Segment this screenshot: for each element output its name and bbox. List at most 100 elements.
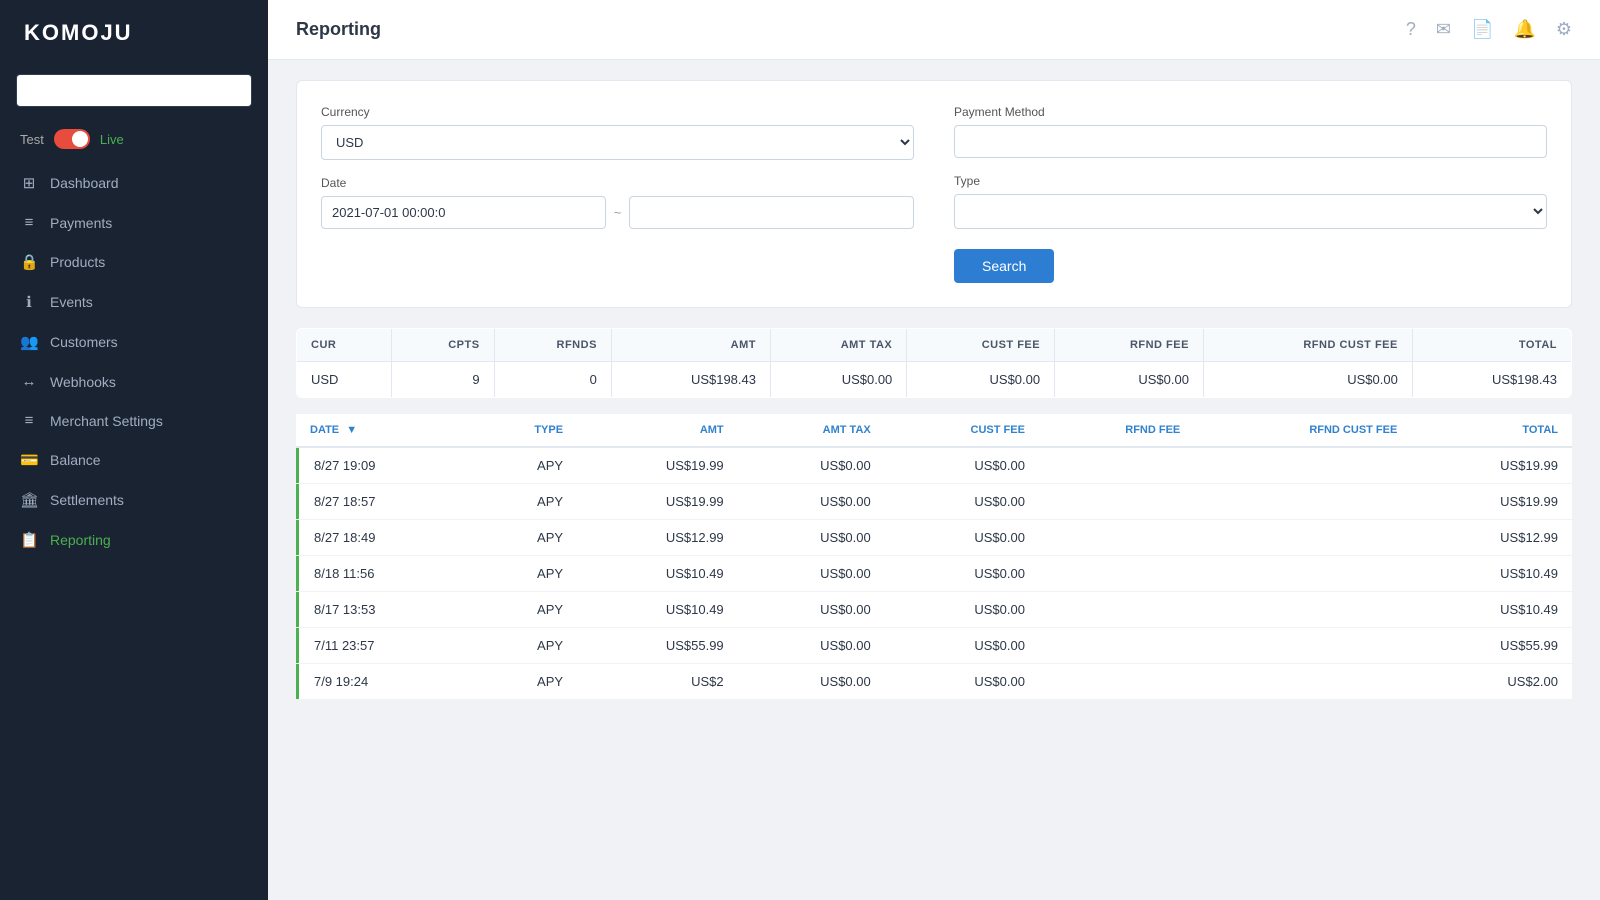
settings-icon[interactable]: ⚙ [1556,19,1572,40]
summary-col-cur: CUR [297,329,392,362]
table-cell: APY [471,556,577,592]
sidebar-item-dashboard[interactable]: ⊞ Dashboard [0,163,268,203]
table-cell: 8/27 19:09 [296,447,471,484]
table-cell: 8/18 11:56 [296,556,471,592]
table-cell: US$55.99 [1411,628,1572,664]
mail-icon[interactable]: ✉ [1436,19,1451,40]
date-from-input[interactable] [321,196,606,229]
sidebar-item-label: Merchant Settings [50,413,163,429]
date-label: Date [321,176,914,190]
logo-text: KOMOJU [24,20,133,46]
sidebar-item-customers[interactable]: 👥 Customers [0,322,268,362]
sidebar-search-input[interactable] [16,74,252,107]
table-cell: US$12.99 [577,520,738,556]
table-cell: US$0.00 [885,484,1039,520]
table-row: USD90US$198.43US$0.00US$0.00US$0.00US$0.… [297,362,1572,398]
table-cell: US$19.99 [577,484,738,520]
dashboard-icon: ⊞ [20,174,38,192]
mode-live-label: Live [100,132,124,147]
table-cell: APY [471,628,577,664]
detail-col-amt[interactable]: AMT [577,414,738,447]
detail-col-amt-tax[interactable]: AMT TAX [738,414,885,447]
table-cell: US$0.00 [885,592,1039,628]
type-select[interactable]: APY Refund [954,194,1547,229]
table-cell [1039,664,1194,700]
table-cell: US$19.99 [1411,484,1572,520]
table-cell: 8/27 18:57 [296,484,471,520]
sidebar-item-balance[interactable]: 💳 Balance [0,440,268,480]
summary-col-amt: AMT [611,329,770,362]
sidebar-item-payments[interactable]: ≡ Payments [0,203,268,242]
table-row: 7/9 19:24APYUS$2US$0.00US$0.00US$2.00 [296,664,1572,700]
sidebar-item-label: Products [50,254,105,270]
detail-col-type[interactable]: TYPE [471,414,577,447]
search-button[interactable]: Search [954,249,1054,283]
table-cell: US$0.00 [738,556,885,592]
table-cell [1194,664,1411,700]
logo: KOMOJU [0,0,268,66]
detail-col-total[interactable]: TOTAL [1411,414,1572,447]
detail-col-rfnd-cust-fee[interactable]: RFND CUST FEE [1194,414,1411,447]
sidebar-item-settlements[interactable]: 🏛 Settlements [0,480,268,520]
summary-col-cust-fee: CUST FEE [907,329,1055,362]
date-separator: ~ [614,205,622,220]
table-cell: 7/9 19:24 [296,664,471,700]
sidebar-item-label: Dashboard [50,175,119,191]
table-cell [1194,447,1411,484]
table-cell: US$0.00 [738,520,885,556]
sidebar-item-label: Events [50,294,93,310]
table-cell: US$0.00 [885,664,1039,700]
payment-method-input[interactable] [954,125,1547,158]
filter-card: Currency USD EUR JPY GBP Date ~ [296,80,1572,308]
table-cell: US$0.00 [738,664,885,700]
sidebar-item-webhooks[interactable]: ↔ Webhooks [0,362,268,401]
table-row: 8/27 19:09APYUS$19.99US$0.00US$0.00US$19… [296,447,1572,484]
document-icon[interactable]: 📄 [1471,19,1493,40]
table-cell: US$0.00 [885,447,1039,484]
detail-col-cust-fee[interactable]: CUST FEE [885,414,1039,447]
sidebar-item-label: Settlements [50,492,124,508]
table-cell: US$0.00 [1055,362,1204,398]
table-cell: US$19.99 [577,447,738,484]
sidebar-item-label: Webhooks [50,374,116,390]
mode-toggle-switch[interactable] [54,129,90,149]
table-cell: 8/17 13:53 [296,592,471,628]
bell-icon[interactable]: 🔔 [1513,19,1535,40]
sidebar-item-merchant-settings[interactable]: ≡ Merchant Settings [0,401,268,440]
table-cell: US$19.99 [1411,447,1572,484]
sidebar-item-products[interactable]: 🔒 Products [0,242,268,282]
table-cell: US$2.00 [1411,664,1572,700]
help-icon[interactable]: ? [1406,19,1416,40]
table-cell: APY [471,447,577,484]
summary-col-rfnd-cust-fee: RFND CUST FEE [1203,329,1412,362]
table-cell [1194,520,1411,556]
table-cell: US$0.00 [738,592,885,628]
table-cell: US$0.00 [738,447,885,484]
content-area: Currency USD EUR JPY GBP Date ~ [268,60,1600,900]
table-cell: 7/11 23:57 [296,628,471,664]
table-cell: US$0.00 [738,628,885,664]
customers-icon: 👥 [20,333,38,351]
sidebar-item-events[interactable]: ℹ Events [0,282,268,322]
currency-group: Currency USD EUR JPY GBP [321,105,914,160]
filter-grid: Currency USD EUR JPY GBP Date ~ [321,105,1547,283]
sidebar-item-label: Reporting [50,532,111,548]
table-cell [1039,484,1194,520]
table-cell: US$0.00 [738,484,885,520]
table-cell: US$55.99 [577,628,738,664]
topbar-actions: ? ✉ 📄 🔔 ⚙ [1406,19,1572,40]
table-cell: USD [297,362,392,398]
detail-col-date[interactable]: DATE ▼ [296,414,471,447]
mode-test-label: Test [20,132,44,147]
table-cell: US$0.00 [1203,362,1412,398]
table-cell [1039,447,1194,484]
webhooks-icon: ↔ [20,373,38,390]
date-to-input[interactable] [629,196,914,229]
currency-select[interactable]: USD EUR JPY GBP [321,125,914,160]
payments-icon: ≡ [20,214,38,231]
detail-col-rfnd-fee[interactable]: RFND FEE [1039,414,1194,447]
filter-left: Currency USD EUR JPY GBP Date ~ [321,105,914,283]
table-cell: US$198.43 [1412,362,1571,398]
sidebar-item-reporting[interactable]: 📋 Reporting [0,520,268,560]
payment-method-label: Payment Method [954,105,1547,119]
